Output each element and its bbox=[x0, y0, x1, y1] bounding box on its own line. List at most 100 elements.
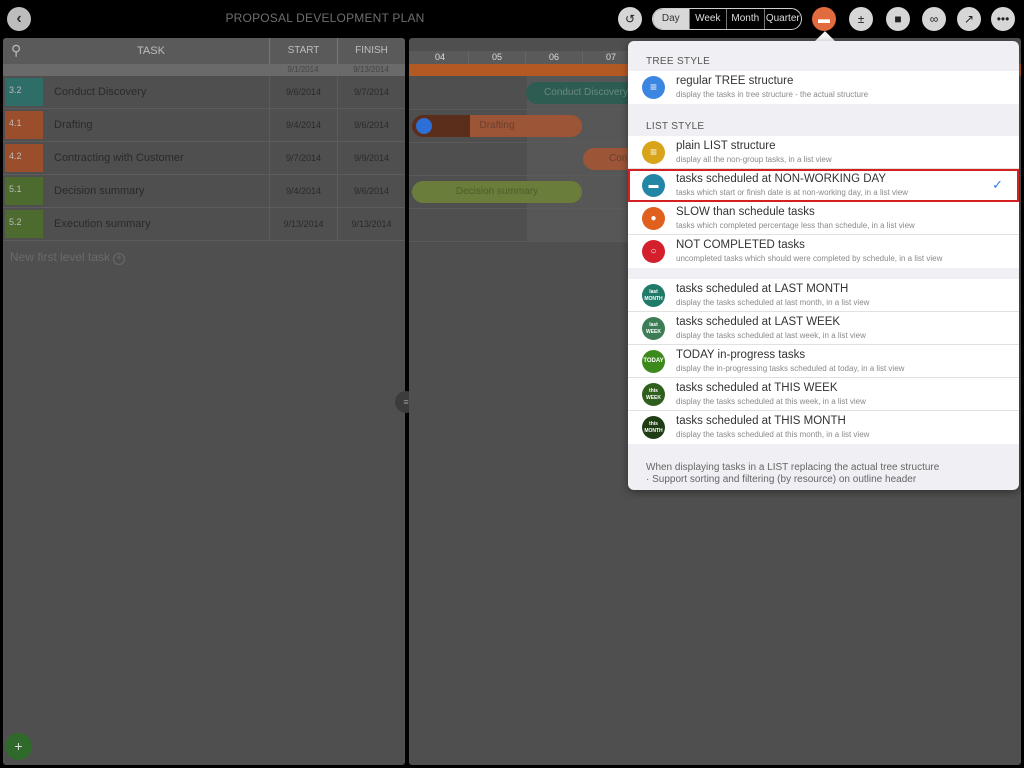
search-icon[interactable]: ⚲ bbox=[11, 42, 29, 60]
this-week-icon: this WEEK bbox=[642, 383, 665, 406]
option-today-in-progress[interactable]: TODAY TODAY in-progress tasks display th… bbox=[628, 345, 1019, 378]
option-subtitle: display the tasks in tree structure - th… bbox=[676, 90, 869, 99]
today-icon: TODAY bbox=[642, 350, 665, 373]
option-this-week[interactable]: this WEEK tasks scheduled at THIS WEEK di… bbox=[628, 378, 1019, 411]
option-last-week[interactable]: last WEEK tasks scheduled at LAST WEEK di… bbox=[628, 312, 1019, 345]
scale-day[interactable]: Day bbox=[653, 9, 689, 29]
table-row[interactable]: 5.2 Execution summary 9/13/2014 9/13/201… bbox=[3, 208, 405, 241]
scale-quarter[interactable]: Quarter bbox=[763, 9, 801, 29]
add-task-fab[interactable]: + bbox=[5, 733, 32, 760]
time-scale-segmented-control: Day Week Month Quarter bbox=[652, 8, 802, 30]
wbs-number: 3.2 bbox=[5, 78, 43, 106]
progress-face-icon bbox=[416, 118, 432, 134]
option-non-working-day[interactable]: ▬ tasks scheduled at NON-WORKING DAY tas… bbox=[628, 169, 1019, 202]
option-subtitle: display the tasks scheduled at last mont… bbox=[676, 298, 870, 307]
footnote-line: When displaying tasks in a LIST replacin… bbox=[646, 462, 940, 473]
tree-style-group: ≡ regular TREE structure display the tas… bbox=[628, 71, 1019, 104]
lock-button[interactable]: ■ bbox=[886, 7, 910, 31]
day-label: 05 bbox=[469, 51, 526, 64]
task-finish: 9/6/2014 bbox=[337, 175, 405, 208]
gantt-bar[interactable]: Decision summary bbox=[412, 181, 582, 203]
link-icon: ∞ bbox=[929, 12, 939, 26]
table-row[interactable]: 3.2 Conduct Discovery 9/6/2014 9/7/2014 bbox=[3, 76, 405, 109]
back-button[interactable]: ‹ bbox=[7, 7, 31, 31]
new-first-level-task-button[interactable]: New first level task + bbox=[10, 250, 126, 265]
option-title: TODAY in-progress tasks bbox=[676, 349, 806, 361]
task-name: Decision summary bbox=[54, 185, 145, 197]
chevron-left-icon: ‹ bbox=[16, 10, 22, 27]
task-start: 9/7/2014 bbox=[269, 142, 337, 175]
task-table-header: ⚲ TASK START FINISH bbox=[3, 38, 405, 64]
turtle-icon: ● bbox=[642, 207, 665, 230]
link-button[interactable]: ∞ bbox=[922, 7, 946, 31]
option-subtitle: tasks which completed percentage less th… bbox=[676, 221, 915, 230]
task-finish: 9/6/2014 bbox=[337, 109, 405, 142]
task-table-panel: ⚲ TASK START FINISH 9/1/2014 9/13/2014 3… bbox=[3, 38, 405, 765]
incomplete-icon: ○ bbox=[642, 240, 665, 263]
last-month-icon: last MONTH bbox=[642, 284, 665, 307]
more-icon: ••• bbox=[996, 12, 1010, 26]
table-row[interactable]: 4.2 Contracting with Customer 9/7/2014 9… bbox=[3, 142, 405, 175]
share-button[interactable]: ↗ bbox=[957, 7, 981, 31]
option-title: tasks scheduled at THIS WEEK bbox=[676, 382, 838, 394]
wbs-number: 4.2 bbox=[5, 144, 43, 172]
task-finish: 9/13/2014 bbox=[337, 208, 405, 241]
gantt-bar[interactable]: Drafting bbox=[412, 115, 582, 137]
view-style-button[interactable]: ▬ bbox=[812, 7, 836, 31]
top-toolbar: ‹ PROPOSAL DEVELOPMENT PLAN ↺ Day Week M… bbox=[0, 0, 1024, 38]
task-name: Drafting bbox=[54, 119, 93, 131]
task-name: Execution summary bbox=[54, 218, 151, 230]
share-icon: ↗ bbox=[963, 12, 975, 26]
option-subtitle: display the in-progressing tasks schedul… bbox=[676, 364, 905, 373]
option-regular-tree[interactable]: ≡ regular TREE structure display the tas… bbox=[628, 71, 1019, 104]
option-title: tasks scheduled at LAST MONTH bbox=[676, 283, 849, 295]
undo-button[interactable]: ↺ bbox=[618, 7, 642, 31]
scale-month[interactable]: Month bbox=[726, 9, 764, 29]
app-window: ‹ PROPOSAL DEVELOPMENT PLAN ↺ Day Week M… bbox=[0, 0, 1024, 768]
day-label: 04 bbox=[412, 51, 469, 64]
option-last-month[interactable]: last MONTH tasks scheduled at LAST MONTH … bbox=[628, 279, 1019, 312]
wbs-number: 4.1 bbox=[5, 111, 43, 139]
task-finish: 9/9/2014 bbox=[337, 142, 405, 175]
option-plain-list[interactable]: ≡ plain LIST structure display all the n… bbox=[628, 136, 1019, 169]
option-slow-than-schedule[interactable]: ● SLOW than schedule tasks tasks which c… bbox=[628, 202, 1019, 235]
tree-icon: ≡ bbox=[642, 76, 665, 99]
table-row[interactable]: 4.1 Drafting 9/4/2014 9/6/2014 bbox=[3, 109, 405, 142]
option-title: tasks scheduled at LAST WEEK bbox=[676, 316, 841, 328]
option-this-month[interactable]: this MONTH tasks scheduled at THIS MONTH … bbox=[628, 411, 1019, 444]
section-header-list-style: LIST STYLE bbox=[646, 121, 705, 132]
task-name: Contracting with Customer bbox=[54, 152, 184, 164]
option-title: tasks scheduled at NON-WORKING DAY bbox=[676, 173, 887, 185]
option-subtitle: display all the non-group tasks, in a li… bbox=[676, 155, 832, 164]
split-button[interactable]: ± bbox=[849, 7, 873, 31]
task-start: 9/6/2014 bbox=[269, 76, 337, 109]
project-summary-row: 9/1/2014 9/13/2014 bbox=[3, 64, 405, 76]
option-title: SLOW than schedule tasks bbox=[676, 206, 815, 218]
plus-circle-icon: + bbox=[113, 253, 126, 265]
column-header-finish[interactable]: FINISH bbox=[337, 38, 405, 64]
task-finish: 9/7/2014 bbox=[337, 76, 405, 109]
lock-icon: ■ bbox=[894, 12, 902, 26]
list-style-group-b: last MONTH tasks scheduled at LAST MONTH … bbox=[628, 279, 1019, 444]
this-month-icon: this MONTH bbox=[642, 416, 665, 439]
task-start: 9/4/2014 bbox=[269, 109, 337, 142]
table-row[interactable]: 5.1 Decision summary 9/4/2014 9/6/2014 bbox=[3, 175, 405, 208]
footnote-line: · Support sorting and filtering (by reso… bbox=[646, 474, 917, 485]
plus-icon: + bbox=[14, 738, 23, 754]
wbs-number: 5.1 bbox=[5, 177, 43, 205]
checkmark-icon: ✓ bbox=[992, 177, 1003, 192]
list-style-group-a: ≡ plain LIST structure display all the n… bbox=[628, 136, 1019, 268]
scale-week[interactable]: Week bbox=[688, 9, 727, 29]
more-button[interactable]: ••• bbox=[991, 7, 1015, 31]
option-subtitle: display the tasks scheduled at this week… bbox=[676, 397, 866, 406]
list-icon: ≡ bbox=[642, 141, 665, 164]
option-subtitle: uncompleted tasks which should were comp… bbox=[676, 254, 943, 263]
day-label: 06 bbox=[526, 51, 583, 64]
filter-view-icon: ▬ bbox=[818, 12, 830, 26]
column-header-start[interactable]: START bbox=[269, 38, 337, 64]
option-subtitle: tasks which start or finish date is at n… bbox=[676, 188, 908, 197]
column-header-task[interactable]: TASK bbox=[33, 38, 269, 64]
bed-icon: ▬ bbox=[642, 174, 665, 197]
option-not-completed[interactable]: ○ NOT COMPLETED tasks uncompleted tasks … bbox=[628, 235, 1019, 268]
option-title: tasks scheduled at THIS MONTH bbox=[676, 415, 846, 427]
